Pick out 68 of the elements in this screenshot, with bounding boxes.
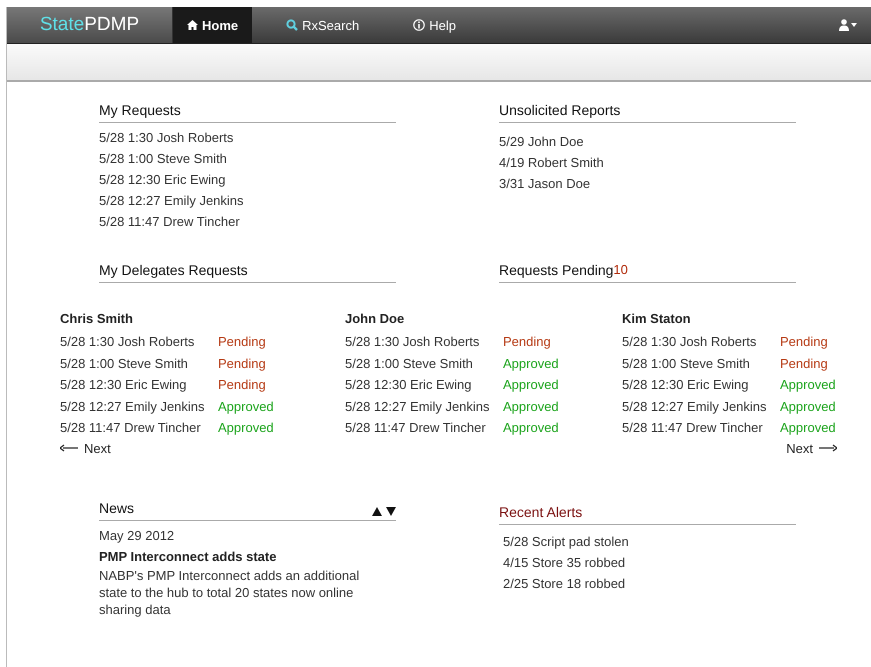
home-icon — [187, 20, 198, 30]
request-item[interactable]: 5/28 1:30 Josh Roberts — [60, 331, 218, 352]
delegate-name: Chris Smith — [60, 310, 134, 328]
delegate-name: John Doe — [345, 310, 406, 328]
request-item[interactable]: 5/28 11:47 Drew Tincher — [60, 417, 218, 438]
request-item[interactable]: 5/28 12:30 Eric Ewing — [622, 374, 780, 396]
right-arrow-icon — [819, 444, 837, 452]
request-item[interactable]: 5/28 12:30 Eric Ewing — [60, 374, 218, 396]
request-item[interactable]: 5/28 1:00 Steve Smith — [60, 352, 218, 374]
previous-link[interactable]: Next — [60, 440, 111, 456]
status-label: Approved — [218, 419, 274, 437]
status-label: Pending — [218, 376, 266, 394]
report-item[interactable]: 3/31 Jason Doe — [499, 173, 796, 194]
request-item[interactable]: 5/28 1:00 Steve Smith — [622, 352, 780, 374]
section-title: Requests Pending — [499, 262, 614, 278]
report-item[interactable]: 5/29 John Doe — [499, 131, 796, 152]
status-label: Approved — [218, 398, 274, 416]
news-date: May 29 2012 — [99, 526, 176, 545]
delegate-name: Kim Staton — [622, 310, 692, 328]
status-label: Approved — [503, 354, 559, 373]
request-item[interactable]: 5/28 11:47 Drew Tincher — [345, 417, 503, 438]
user-menu-icon[interactable] — [839, 19, 857, 31]
section-title: My Delegates Requests — [99, 262, 248, 278]
request-item[interactable]: 5/28 12:27 Emily Jenkins — [622, 396, 780, 417]
request-item[interactable]: 5/28 1:30 Josh Roberts — [345, 331, 503, 352]
alert-item[interactable]: 4/15 Store 35 robbed — [499, 552, 796, 572]
section-title: Unsolicited Reports — [499, 102, 620, 118]
status-label: Approved — [503, 376, 559, 394]
request-item[interactable]: 5/28 1:00 Steve Smith — [345, 352, 503, 374]
request-item[interactable]: 5/28 1:00 Steve Smith — [99, 148, 396, 169]
request-item[interactable]: 5/28 12:30 Eric Ewing — [345, 374, 503, 396]
info-icon — [413, 19, 426, 31]
up-arrow-icon[interactable] — [372, 506, 382, 516]
pending-count: 10 — [613, 262, 628, 278]
nav-tab[interactable]: Home — [173, 7, 252, 43]
nav-tab[interactable]: RxSearch — [266, 7, 380, 43]
section-title: News — [99, 500, 134, 516]
down-arrow-icon[interactable] — [386, 506, 396, 516]
request-item[interactable]: 5/28 1:30 Josh Roberts — [99, 127, 396, 148]
request-item[interactable]: 5/28 11:47 Drew Tincher — [622, 417, 780, 438]
status-label: Pending — [780, 333, 828, 351]
news-headline[interactable]: PMP Interconnect adds state — [99, 546, 396, 566]
status-label: Approved — [503, 419, 559, 437]
alert-item[interactable]: 5/28 Script pad stolen — [499, 530, 796, 552]
request-item[interactable]: 5/28 1:30 Josh Roberts — [622, 331, 780, 352]
alert-item[interactable]: 2/25 Store 18 robbed — [499, 572, 796, 594]
next-link[interactable]: Next — [786, 440, 837, 456]
news-body: NABP's PMP Interconnect adds an additional state to the hub to total 20 states now online sharing data — [99, 566, 360, 618]
status-label: Pending — [218, 354, 266, 373]
request-item[interactable]: 5/28 12:27 Emily Jenkins — [345, 396, 503, 417]
section-title: My Requests — [99, 102, 181, 118]
request-item[interactable]: 5/28 11:47 Drew Tincher — [99, 211, 396, 232]
search-icon — [286, 19, 298, 31]
report-item[interactable]: 4/19 Robert Smith — [499, 152, 796, 173]
status-label: Approved — [503, 398, 559, 416]
request-item[interactable]: 5/28 12:27 Emily Jenkins — [60, 396, 218, 417]
status-label: Approved — [780, 398, 836, 416]
request-item[interactable]: 5/28 12:30 Eric Ewing — [99, 169, 396, 190]
status-label: Approved — [780, 376, 836, 394]
status-label: Pending — [780, 354, 828, 373]
section-title: Recent Alerts — [499, 504, 582, 520]
request-item[interactable]: 5/28 12:27 Emily Jenkins — [99, 190, 396, 211]
nav-tab[interactable]: Help — [393, 7, 476, 43]
status-label: Approved — [780, 419, 836, 437]
left-arrow-icon — [60, 444, 78, 452]
status-label: Pending — [218, 333, 266, 351]
status-label: Pending — [503, 333, 551, 351]
app-logo[interactable]: StatePDMP — [7, 7, 173, 43]
